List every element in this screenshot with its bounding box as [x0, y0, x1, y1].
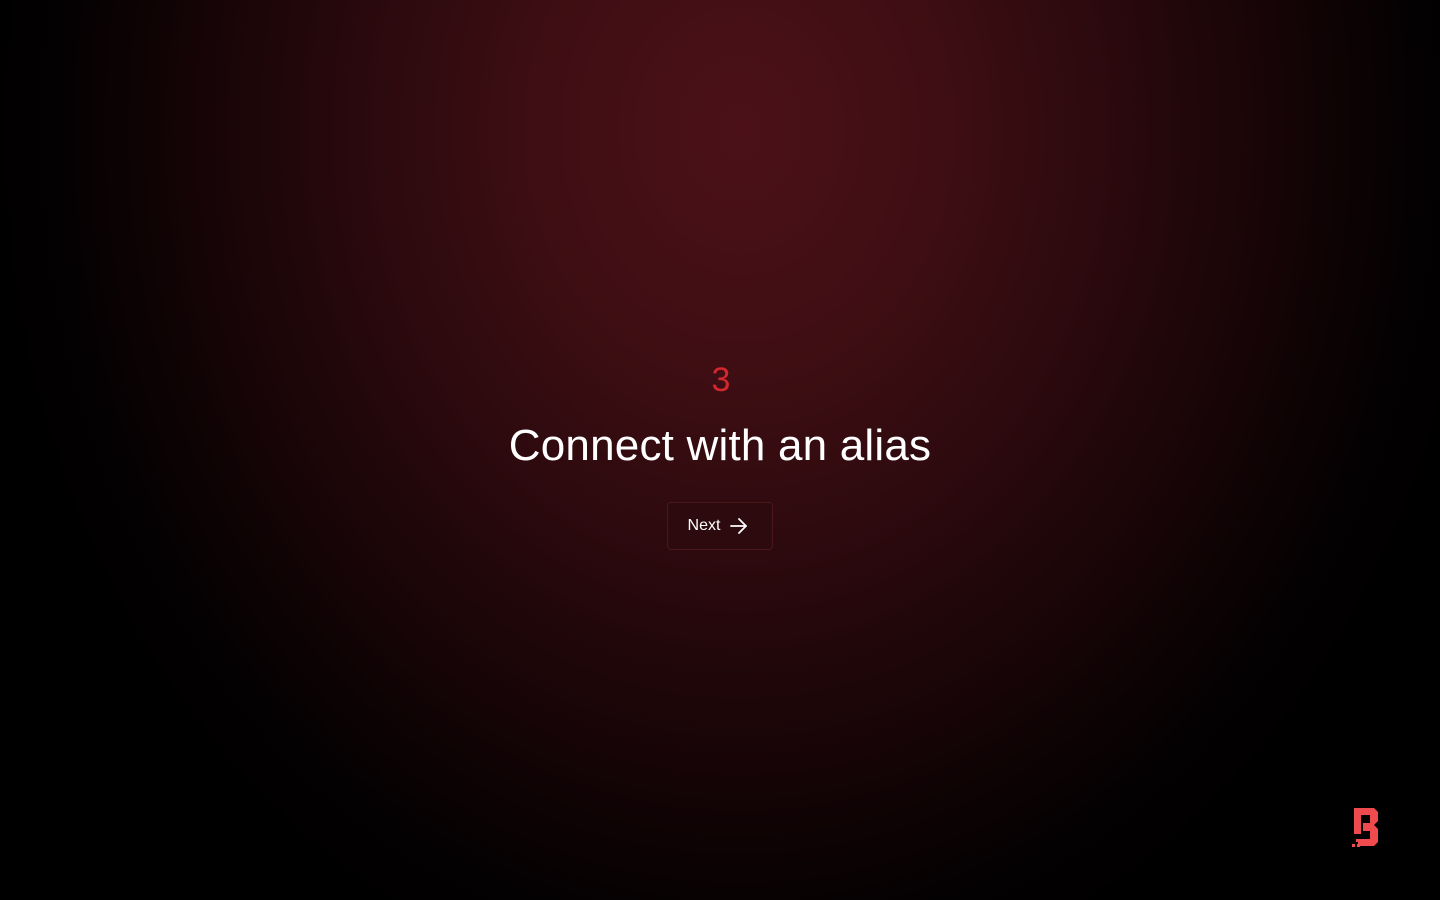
brand-logo-icon	[1350, 806, 1386, 850]
arrow-right-icon	[728, 515, 750, 537]
next-button-label: Next	[687, 517, 721, 534]
onboarding-step: 3 Connect with an alias Next	[0, 358, 1440, 550]
step-number: 3	[711, 361, 731, 399]
page-title: Connect with an alias	[508, 421, 932, 470]
next-button[interactable]: Next	[666, 502, 774, 550]
